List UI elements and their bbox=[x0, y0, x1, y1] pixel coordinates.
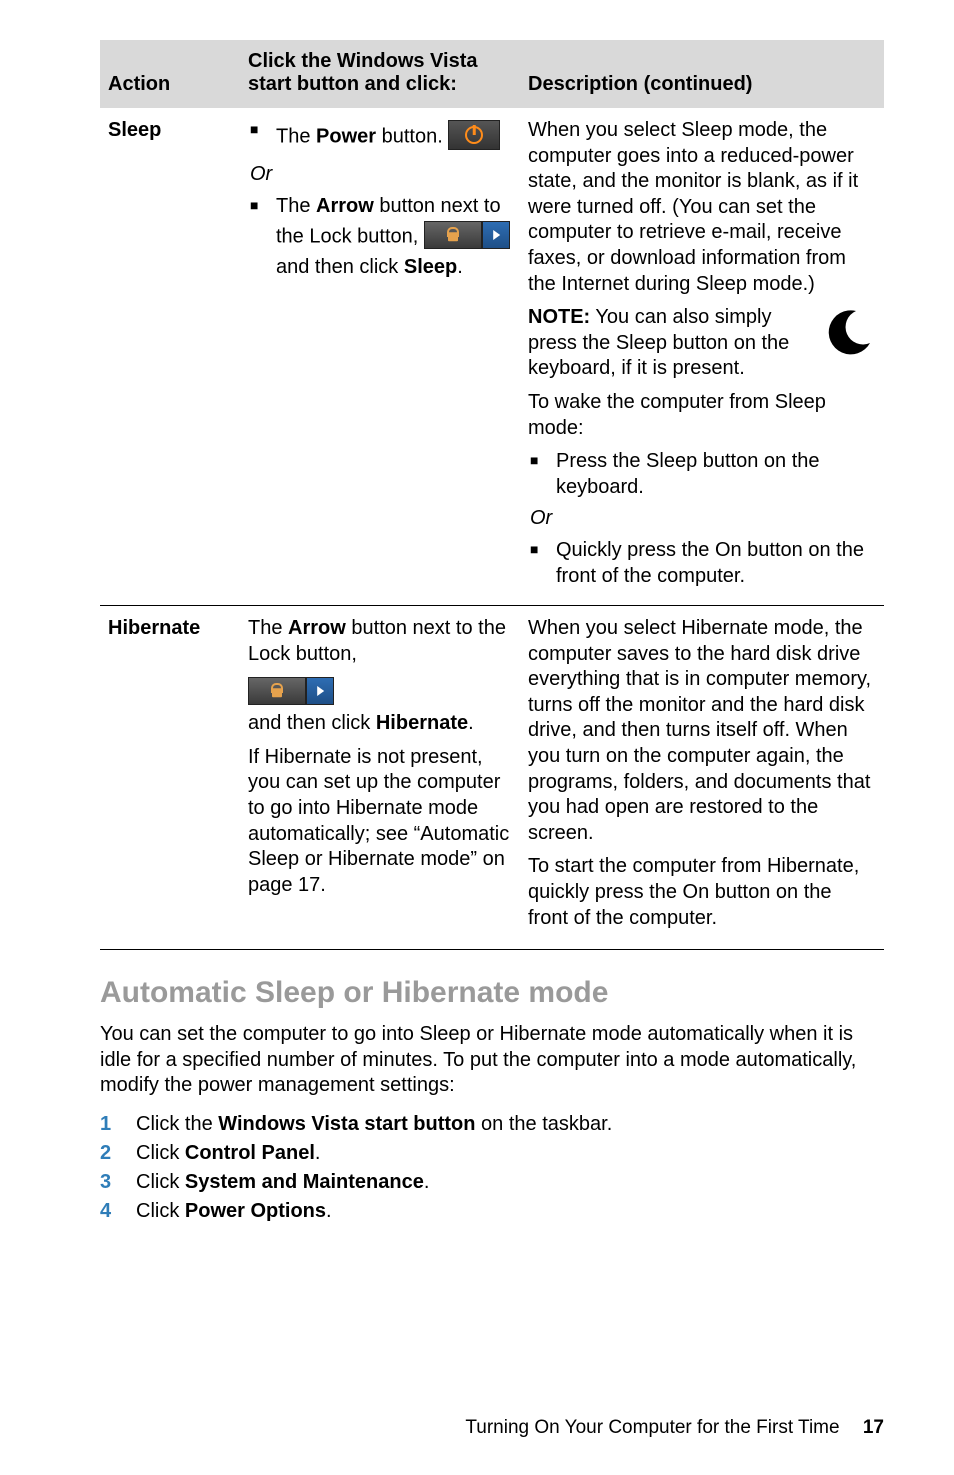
sleep-note: NOTE: You can also simply press the Slee… bbox=[528, 305, 810, 382]
click-cell-sleep: The Power button. Or The Arrow button ne… bbox=[240, 108, 520, 606]
table-row: Hibernate The Arrow button next to the L… bbox=[100, 606, 884, 950]
list-item: 3 Click System and Maintenance. bbox=[100, 1171, 884, 1194]
action-table: Action Click the Windows Vista start but… bbox=[100, 40, 884, 950]
list-item: The Arrow button next to the Lock button… bbox=[248, 194, 512, 281]
desc-cell-hibernate: When you select Hibernate mode, the comp… bbox=[520, 606, 884, 950]
list-item: 1 Click the Windows Vista start button o… bbox=[100, 1113, 884, 1136]
step-number: 4 bbox=[100, 1200, 122, 1223]
or-text: Or bbox=[250, 162, 512, 188]
sleep-wake-intro: To wake the computer from Sleep mode: bbox=[528, 390, 876, 441]
header-description: Description (continued) bbox=[520, 40, 884, 108]
steps-list: 1 Click the Windows Vista start button o… bbox=[100, 1113, 884, 1223]
step-number: 2 bbox=[100, 1142, 122, 1165]
action-sleep: Sleep bbox=[100, 108, 240, 606]
step-number: 1 bbox=[100, 1113, 122, 1136]
lock-arrow-icon bbox=[248, 677, 334, 705]
action-hibernate: Hibernate bbox=[100, 606, 240, 950]
sleep-desc-p1: When you select Sleep mode, the computer… bbox=[528, 118, 876, 297]
hibernate-desc-p1: When you select Hibernate mode, the comp… bbox=[528, 616, 876, 846]
click-cell-hibernate: The Arrow button next to the Lock button… bbox=[240, 606, 520, 950]
step-number: 3 bbox=[100, 1171, 122, 1194]
moon-icon bbox=[822, 305, 876, 359]
list-item: 4 Click Power Options. bbox=[100, 1200, 884, 1223]
list-item: 2 Click Control Panel. bbox=[100, 1142, 884, 1165]
page-number: 17 bbox=[863, 1417, 884, 1438]
lock-arrow-icon bbox=[424, 221, 510, 249]
list-item: Press the Sleep button on the keyboard. bbox=[528, 449, 876, 500]
hibernate-click-p2: If Hibernate is not present, you can set… bbox=[248, 745, 512, 899]
section-title: Automatic Sleep or Hibernate mode bbox=[100, 976, 884, 1010]
page-footer: Turning On Your Computer for the First T… bbox=[465, 1417, 884, 1439]
header-action: Action bbox=[100, 40, 240, 108]
footer-text: Turning On Your Computer for the First T… bbox=[465, 1417, 839, 1438]
list-item: The Power button. bbox=[248, 118, 512, 156]
hibernate-desc-p2: To start the computer from Hibernate, qu… bbox=[528, 854, 876, 931]
desc-cell-sleep: When you select Sleep mode, the computer… bbox=[520, 108, 884, 606]
table-row: Sleep The Power button. Or The Arrow but… bbox=[100, 108, 884, 606]
or-text: Or bbox=[530, 506, 876, 532]
section-body: You can set the computer to go into Slee… bbox=[100, 1022, 884, 1099]
power-icon bbox=[448, 120, 500, 150]
header-click: Click the Windows Vista start button and… bbox=[240, 40, 520, 108]
list-item: Quickly press the On button on the front… bbox=[528, 538, 876, 589]
